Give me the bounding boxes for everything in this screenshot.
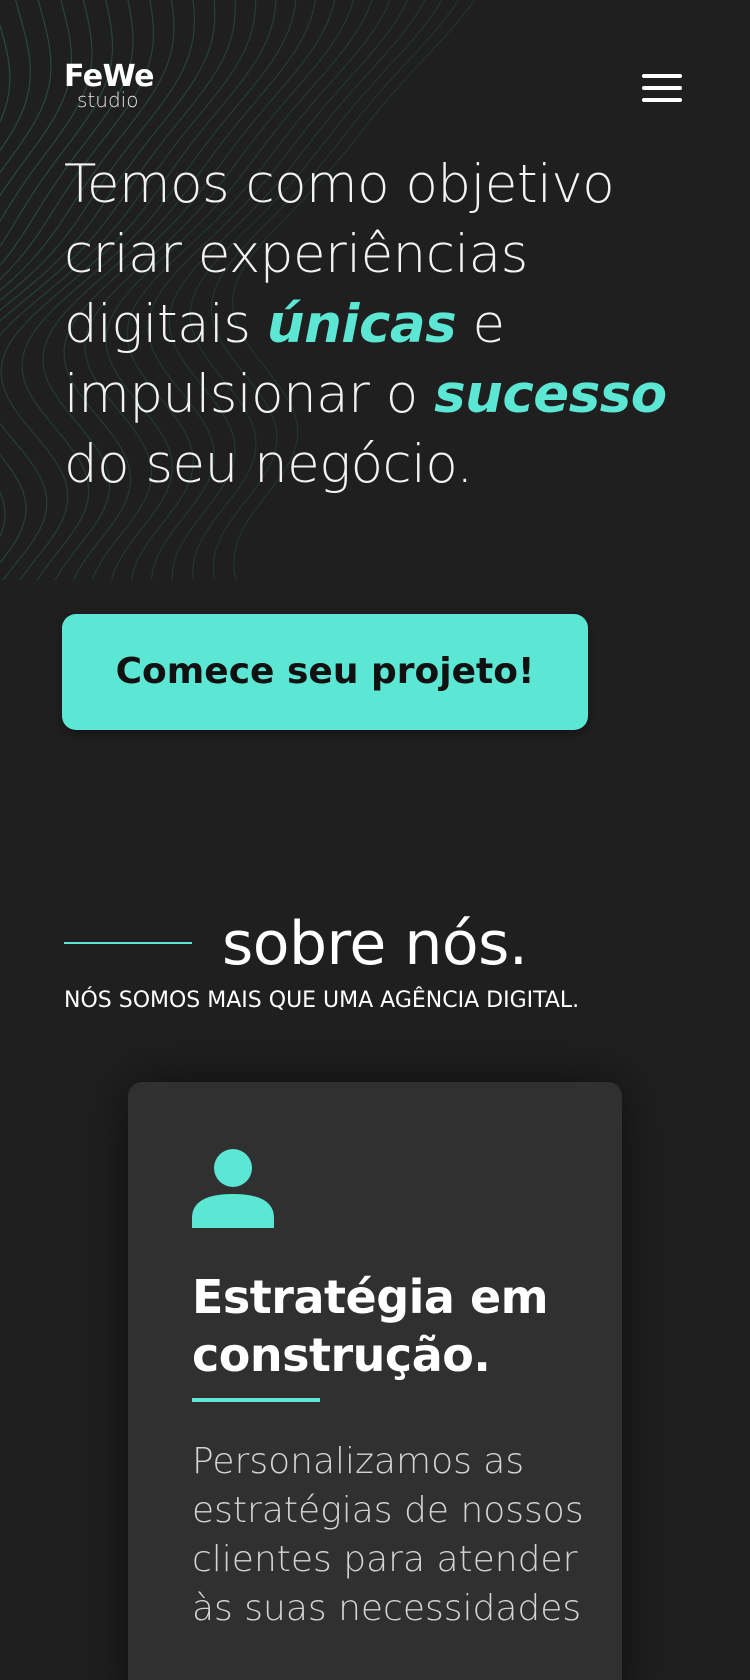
- user-icon: [192, 1149, 274, 1228]
- about-title-line: [64, 942, 192, 944]
- page: FeWe studio Temos como objetivo criar ex…: [0, 0, 750, 1680]
- menu-bar-middle: [642, 86, 682, 90]
- start-project-button[interactable]: Comece seu projeto!: [62, 614, 588, 730]
- header: FeWe studio: [0, 0, 750, 130]
- hero-accent-unicas: únicas: [266, 294, 457, 355]
- card-title: Estratégia em construção.: [192, 1270, 549, 1382]
- logo[interactable]: FeWe studio: [64, 60, 174, 114]
- hero-accent-sucesso: sucesso: [434, 364, 667, 425]
- service-card-strategy: Estratégia em construção. Personalizamos…: [128, 1082, 622, 1680]
- about-subtitle: NÓS SOMOS MAIS QUE UMA AGÊNCIA DIGITAL.: [64, 988, 580, 1013]
- card-divider: [192, 1398, 320, 1402]
- card-description: Personalizamos as estratégias de nossos …: [192, 1441, 584, 1629]
- hero-heading: Temos como objetivo criar experiências d…: [64, 150, 714, 500]
- menu-bar-bottom: [642, 98, 682, 102]
- menu-bar-top: [642, 74, 682, 78]
- about-title: sobre nós.: [222, 909, 528, 979]
- hamburger-menu-icon[interactable]: [640, 70, 684, 106]
- logo-tagline: studio: [77, 88, 139, 112]
- hero-text-part-3: do seu negócio.: [64, 434, 473, 495]
